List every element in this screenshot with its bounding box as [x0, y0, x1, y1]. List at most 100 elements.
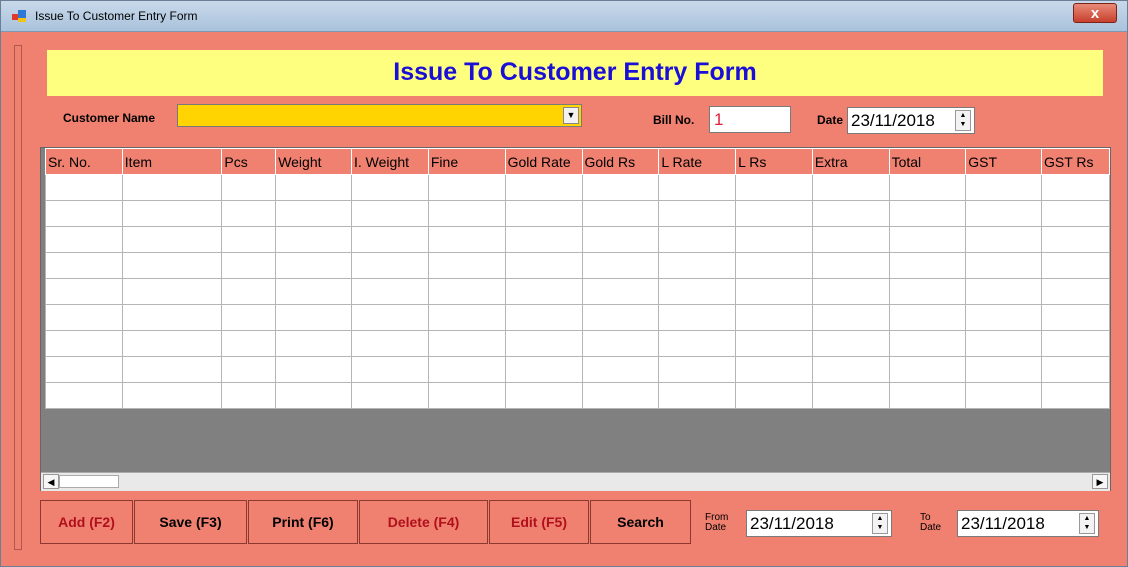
spin-down-icon[interactable]: ▼	[873, 523, 887, 532]
table-cell[interactable]	[888, 304, 967, 331]
date-spinner[interactable]: ▲ ▼	[955, 110, 971, 131]
table-cell[interactable]	[504, 356, 583, 383]
table-cell[interactable]	[504, 174, 583, 201]
table-cell[interactable]	[275, 356, 352, 383]
table-cell[interactable]	[888, 330, 967, 357]
save-button[interactable]: Save (F3)	[134, 500, 247, 544]
table-cell[interactable]	[351, 356, 429, 383]
column-header[interactable]: GST Rs	[1041, 148, 1110, 175]
table-cell[interactable]	[351, 200, 429, 227]
table-cell[interactable]	[275, 174, 352, 201]
table-cell[interactable]	[351, 226, 429, 253]
table-cell[interactable]	[221, 356, 277, 383]
table-cell[interactable]	[221, 330, 277, 357]
table-cell[interactable]	[275, 330, 352, 357]
table-cell[interactable]	[275, 252, 352, 279]
scrollbar-thumb[interactable]	[59, 475, 119, 488]
table-cell[interactable]	[427, 382, 506, 409]
table-cell[interactable]	[504, 330, 583, 357]
table-cell[interactable]	[351, 278, 429, 305]
table-cell[interactable]	[45, 382, 123, 409]
table-cell[interactable]	[581, 304, 660, 331]
table-cell[interactable]	[658, 226, 737, 253]
table-cell[interactable]	[351, 382, 429, 409]
table-cell[interactable]	[888, 278, 967, 305]
spin-up-icon[interactable]: ▲	[956, 111, 970, 120]
column-header[interactable]: Weight	[275, 148, 352, 175]
table-cell[interactable]	[735, 252, 813, 279]
column-header[interactable]: I. Weight	[351, 148, 429, 175]
table-cell[interactable]	[658, 252, 737, 279]
table-cell[interactable]	[1041, 226, 1110, 253]
table-cell[interactable]	[351, 304, 429, 331]
table-cell[interactable]	[658, 200, 737, 227]
table-cell[interactable]	[965, 278, 1042, 305]
table-cell[interactable]	[221, 278, 277, 305]
table-cell[interactable]	[1041, 356, 1110, 383]
table-cell[interactable]	[811, 200, 890, 227]
table-cell[interactable]	[965, 330, 1042, 357]
column-header[interactable]: Gold Rate	[504, 148, 583, 175]
table-row[interactable]	[45, 174, 1110, 201]
table-cell[interactable]	[1041, 382, 1110, 409]
table-cell[interactable]	[581, 174, 660, 201]
table-cell[interactable]	[811, 226, 890, 253]
table-cell[interactable]	[581, 278, 660, 305]
table-cell[interactable]	[735, 330, 813, 357]
table-row[interactable]	[45, 382, 1110, 409]
table-cell[interactable]	[658, 174, 737, 201]
table-cell[interactable]	[811, 382, 890, 409]
table-cell[interactable]	[121, 200, 223, 227]
table-cell[interactable]	[121, 304, 223, 331]
table-cell[interactable]	[121, 252, 223, 279]
table-cell[interactable]	[221, 382, 277, 409]
chevron-down-icon[interactable]: ▼	[563, 107, 579, 124]
table-cell[interactable]	[504, 278, 583, 305]
column-header[interactable]: Pcs	[221, 148, 277, 175]
table-cell[interactable]	[121, 174, 223, 201]
table-cell[interactable]	[735, 304, 813, 331]
table-cell[interactable]	[121, 278, 223, 305]
table-cell[interactable]	[811, 278, 890, 305]
close-button[interactable]: x	[1073, 3, 1117, 23]
table-cell[interactable]	[581, 356, 660, 383]
customer-name-combobox[interactable]: ▼	[177, 104, 582, 127]
table-cell[interactable]	[275, 226, 352, 253]
table-cell[interactable]	[811, 330, 890, 357]
table-cell[interactable]	[965, 226, 1042, 253]
to-date-spinner[interactable]: ▲ ▼	[1079, 513, 1095, 534]
table-cell[interactable]	[735, 200, 813, 227]
table-cell[interactable]	[1041, 252, 1110, 279]
table-cell[interactable]	[504, 304, 583, 331]
table-cell[interactable]	[221, 174, 277, 201]
table-row[interactable]	[45, 200, 1110, 227]
table-cell[interactable]	[811, 252, 890, 279]
table-cell[interactable]	[581, 226, 660, 253]
table-cell[interactable]	[275, 278, 352, 305]
table-cell[interactable]	[965, 382, 1042, 409]
table-cell[interactable]	[221, 200, 277, 227]
table-cell[interactable]	[351, 330, 429, 357]
column-header[interactable]: Item	[121, 148, 223, 175]
table-cell[interactable]	[427, 252, 506, 279]
table-cell[interactable]	[658, 278, 737, 305]
table-cell[interactable]	[581, 382, 660, 409]
search-button[interactable]: Search	[590, 500, 691, 544]
spin-up-icon[interactable]: ▲	[873, 514, 887, 523]
from-date-spinner[interactable]: ▲ ▼	[872, 513, 888, 534]
column-header[interactable]: Total	[888, 148, 967, 175]
column-header[interactable]: L Rate	[658, 148, 737, 175]
table-cell[interactable]	[121, 226, 223, 253]
table-cell[interactable]	[735, 356, 813, 383]
table-cell[interactable]	[1041, 278, 1110, 305]
table-cell[interactable]	[45, 252, 123, 279]
table-cell[interactable]	[351, 252, 429, 279]
table-cell[interactable]	[581, 252, 660, 279]
column-header[interactable]: Sr. No.	[45, 148, 123, 175]
date-picker[interactable]: 23/11/2018 ▲ ▼	[847, 107, 975, 134]
table-cell[interactable]	[965, 200, 1042, 227]
table-cell[interactable]	[121, 356, 223, 383]
table-cell[interactable]	[427, 356, 506, 383]
table-cell[interactable]	[427, 200, 506, 227]
table-cell[interactable]	[1041, 200, 1110, 227]
